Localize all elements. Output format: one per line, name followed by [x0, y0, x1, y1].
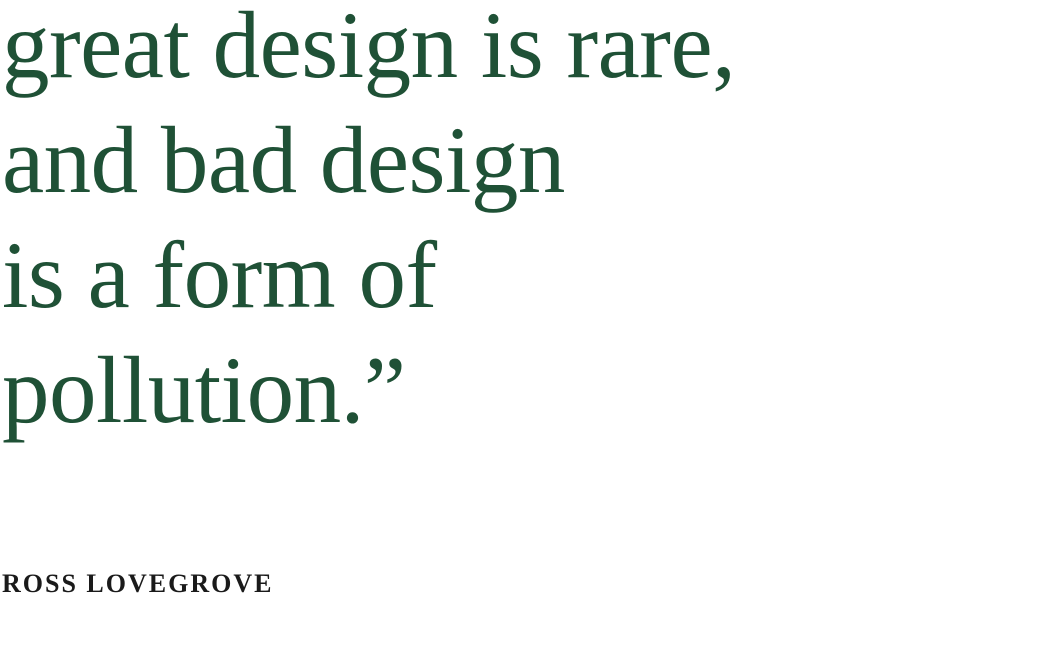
quote-author: ROSS LOVEGROVE: [2, 569, 274, 598]
quote-line: is a form of: [2, 222, 437, 328]
quote-line: and bad design: [2, 107, 565, 213]
quote-text: great design is rare, and bad design is …: [2, 0, 736, 448]
quote-line: great design is rare,: [2, 0, 736, 98]
quote-line: pollution.”: [2, 337, 406, 443]
